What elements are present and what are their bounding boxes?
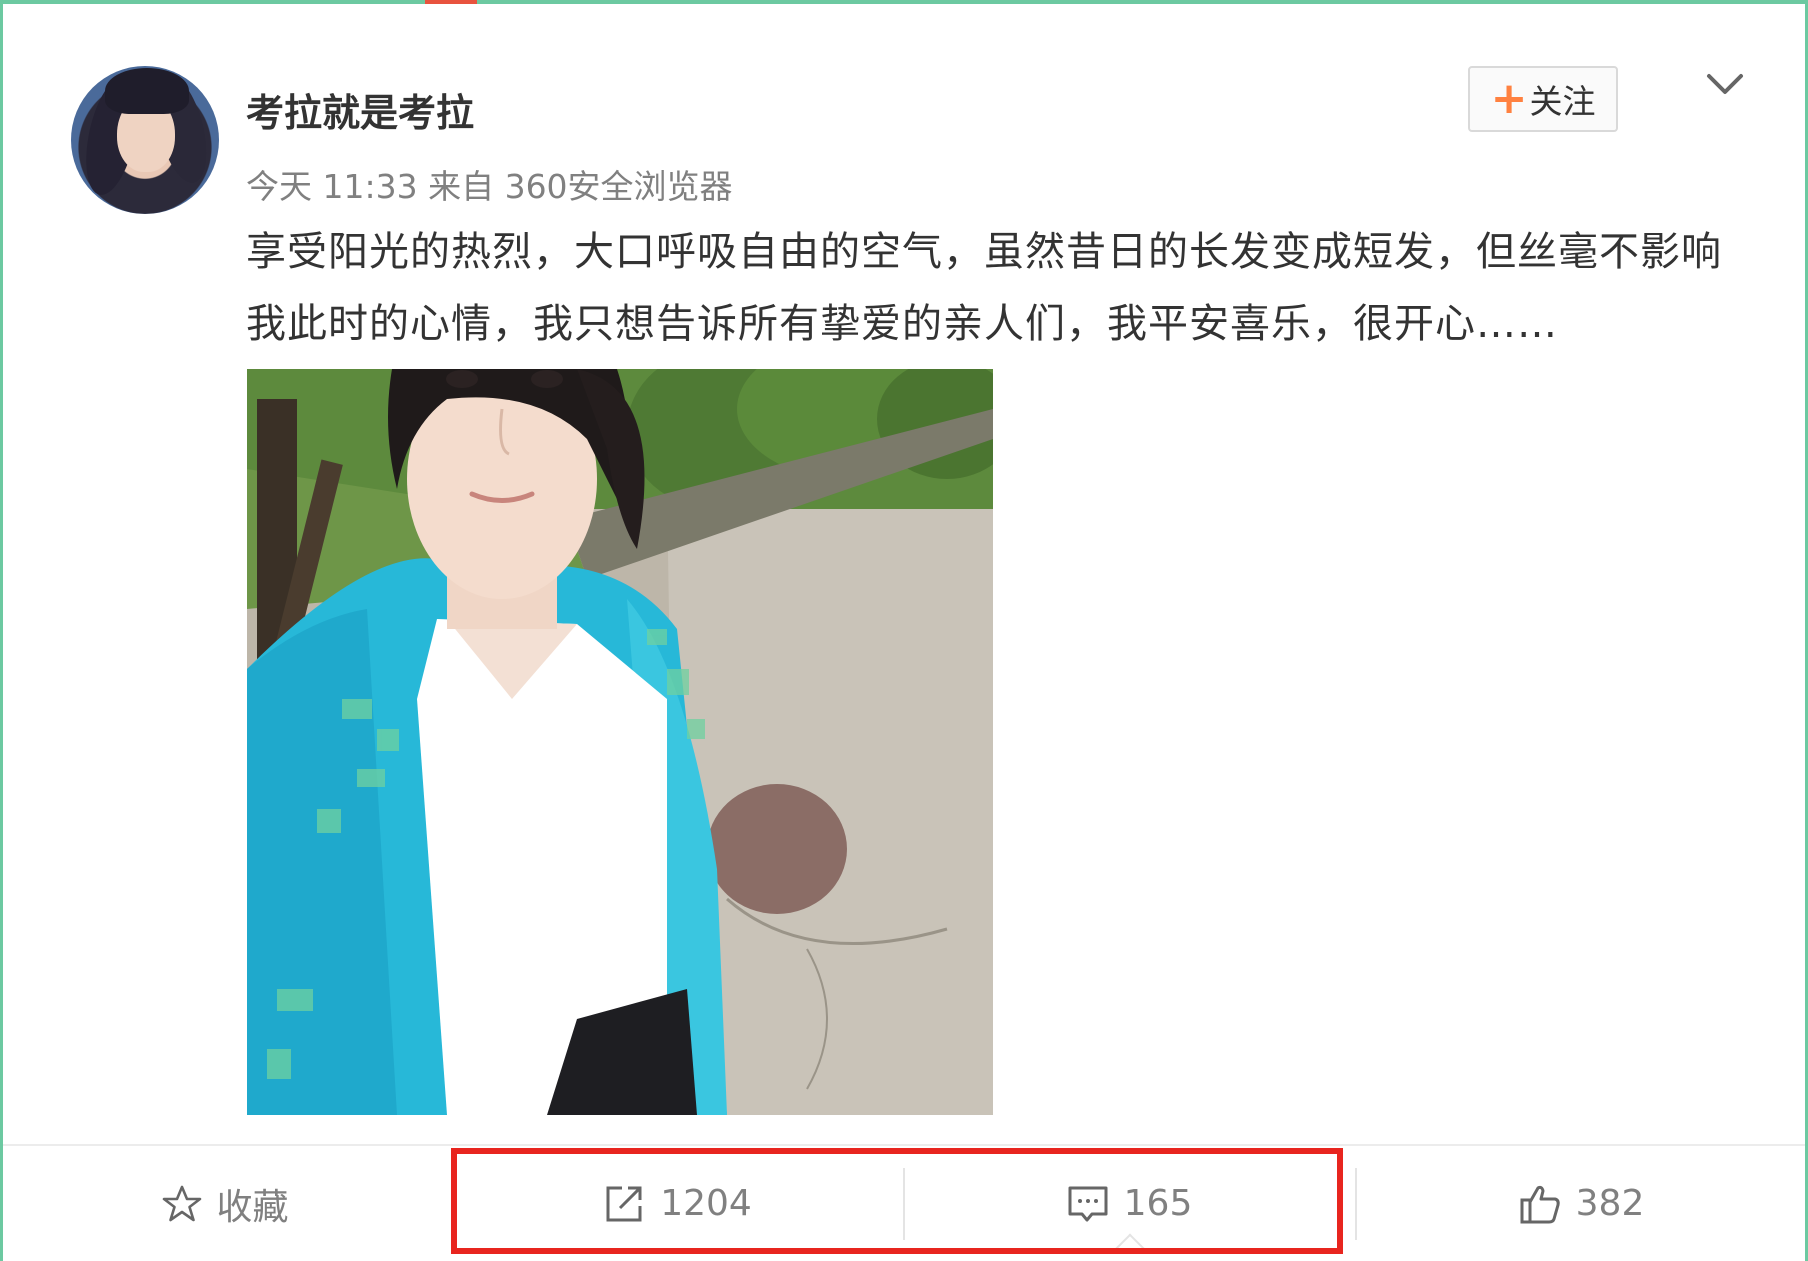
like-button[interactable]: 382 <box>1357 1146 1805 1261</box>
like-count: 382 <box>1575 1183 1645 1224</box>
favorite-label: 收藏 <box>216 1186 289 1228</box>
chevron-down-icon[interactable] <box>1705 70 1745 100</box>
avatar[interactable] <box>71 66 219 214</box>
follow-button[interactable]: + 关注 <box>1468 66 1618 132</box>
follow-label: 关注 <box>1529 82 1596 121</box>
star-icon <box>163 1185 202 1221</box>
highlight-box <box>451 1148 1343 1254</box>
post-meta: 今天 11:33 来自 360安全浏览器 <box>246 167 733 206</box>
post-photo[interactable] <box>247 369 993 1115</box>
thumbs-up-icon <box>1520 1185 1560 1223</box>
weibo-post-card: 考拉就是考拉 今天 11:33 来自 360安全浏览器 + 关注 享受阳光的热烈… <box>3 4 1805 1261</box>
post-text: 享受阳光的热烈，大口呼吸自由的空气，虽然昔日的长发变成短发，但丝毫不影响我此时的… <box>246 229 1722 347</box>
plus-icon: + <box>1490 73 1528 124</box>
username-link[interactable]: 考拉就是考拉 <box>246 82 474 137</box>
favorite-button[interactable]: 收藏 <box>3 1146 448 1261</box>
selfie-image <box>247 369 993 1115</box>
